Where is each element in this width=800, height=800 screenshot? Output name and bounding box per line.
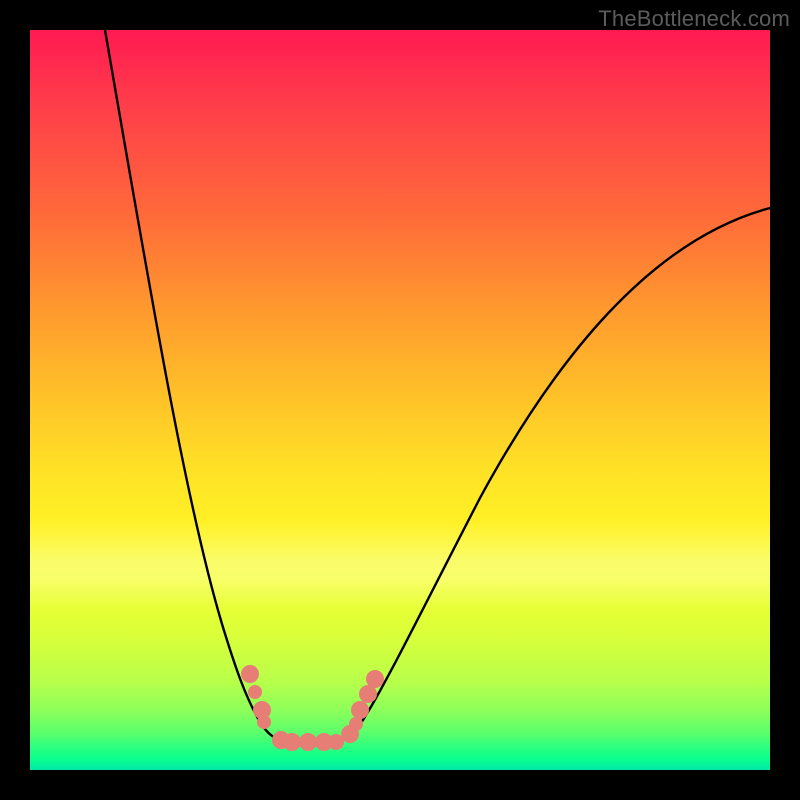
marker-dot [299,733,317,751]
marker-dot [341,725,359,743]
marker-dot [349,717,363,731]
marker-dot [283,733,301,751]
marker-dot [328,734,344,750]
markers-group [241,665,384,751]
curve-svg [30,30,770,770]
chart-frame: TheBottleneck.com [0,0,800,800]
marker-dot [366,670,384,688]
curve-path-right [338,208,770,742]
marker-dot [253,701,271,719]
marker-dot [351,701,369,719]
watermark-text: TheBottleneck.com [598,6,790,32]
marker-dot [359,685,377,703]
marker-dot [248,685,262,699]
marker-dot [241,665,259,683]
haze-band [30,520,770,610]
marker-dot [257,715,271,729]
marker-dot [315,733,333,751]
plot-area [30,30,770,770]
curve-path-left [105,30,286,742]
marker-dot [272,731,290,749]
